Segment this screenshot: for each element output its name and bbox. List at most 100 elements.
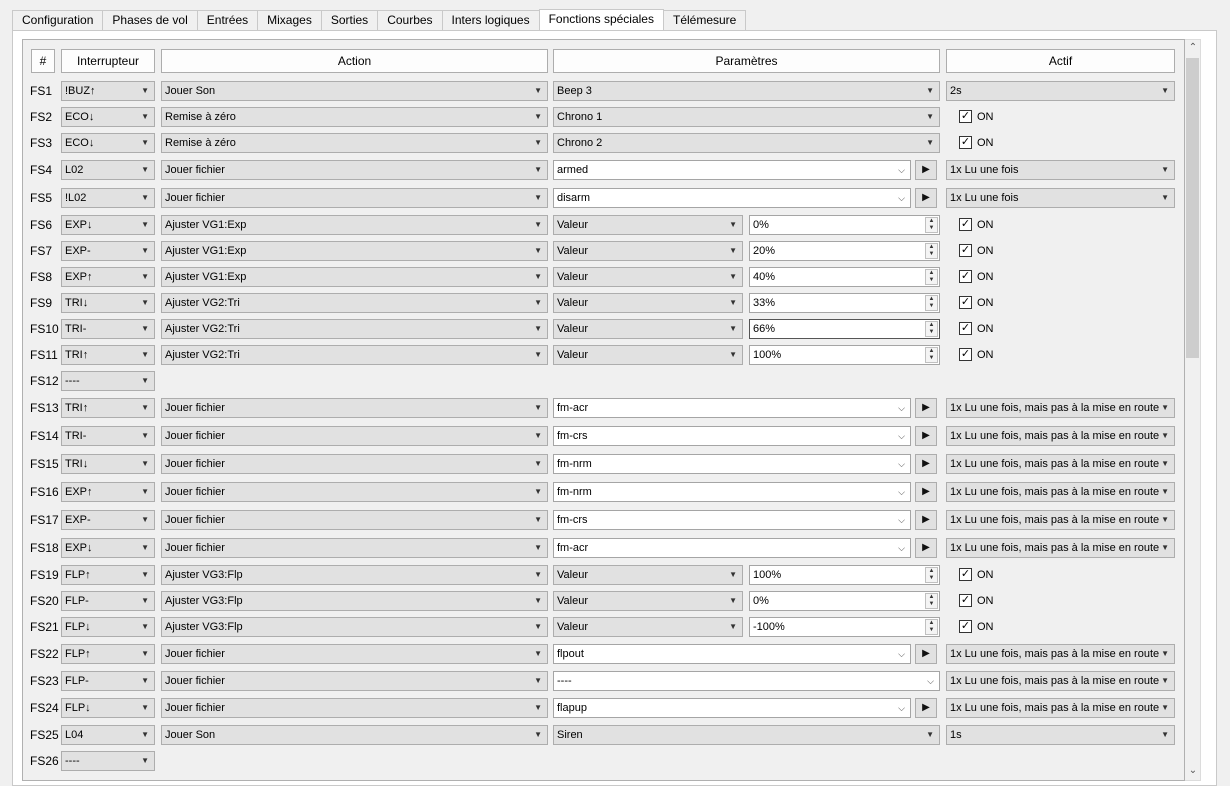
switch-select[interactable]: EXP- ▼ [61, 241, 155, 261]
spin-arrows-icon[interactable]: ▲ ▼ [925, 567, 938, 583]
action-select[interactable]: Remise à zéro ▼ [161, 133, 548, 153]
param-select[interactable]: Siren ▼ [553, 725, 940, 745]
action-select[interactable]: Jouer fichier ▼ [161, 426, 548, 446]
source-select[interactable]: Valeur ▼ [553, 293, 743, 313]
active-checkbox[interactable]: ✓ [959, 322, 972, 335]
source-select[interactable]: Valeur ▼ [553, 319, 743, 339]
action-select[interactable]: Jouer fichier ▼ [161, 454, 548, 474]
switch-select[interactable]: FLP- ▼ [61, 671, 155, 691]
play-button[interactable]: ▶ [915, 188, 937, 208]
file-select[interactable]: fm-acr ⌵ [553, 538, 911, 558]
action-select[interactable]: Jouer fichier ▼ [161, 510, 548, 530]
spin-arrows-icon[interactable]: ▲ ▼ [925, 217, 938, 233]
spin-arrows-icon[interactable]: ▲ ▼ [925, 619, 938, 635]
action-select[interactable]: Jouer fichier ▼ [161, 398, 548, 418]
active-select[interactable]: 1x Lu une fois, mais pas à la mise en ro… [946, 538, 1175, 558]
switch-select[interactable]: TRI↑ ▼ [61, 398, 155, 418]
action-select[interactable]: Jouer fichier ▼ [161, 160, 548, 180]
active-select[interactable]: 1x Lu une fois, mais pas à la mise en ro… [946, 698, 1175, 718]
action-select[interactable]: Jouer fichier ▼ [161, 644, 548, 664]
param-select[interactable]: Chrono 1 ▼ [553, 107, 940, 127]
tab-mixages[interactable]: Mixages [257, 10, 321, 31]
file-select[interactable]: flapup ⌵ [553, 698, 911, 718]
file-select[interactable]: fm-crs ⌵ [553, 426, 911, 446]
active-select[interactable]: 1x Lu une fois, mais pas à la mise en ro… [946, 644, 1175, 664]
switch-select[interactable]: ---- ▼ [61, 751, 155, 771]
active-select[interactable]: 1x Lu une fois, mais pas à la mise en ro… [946, 482, 1175, 502]
active-select[interactable]: 1s ▼ [946, 725, 1175, 745]
param-select[interactable]: Chrono 2 ▼ [553, 133, 940, 153]
active-checkbox[interactable]: ✓ [959, 348, 972, 361]
vertical-scrollbar[interactable]: ⌃ ⌄ [1185, 39, 1201, 781]
active-select[interactable]: 1x Lu une fois ▼ [946, 160, 1175, 180]
play-button[interactable]: ▶ [915, 538, 937, 558]
value-spinbox[interactable]: 20% ▲ ▼ [749, 241, 940, 261]
value-spinbox[interactable]: -100% ▲ ▼ [749, 617, 940, 637]
play-button[interactable]: ▶ [915, 644, 937, 664]
file-select[interactable]: fm-crs ⌵ [553, 510, 911, 530]
source-select[interactable]: Valeur ▼ [553, 565, 743, 585]
switch-select[interactable]: !L02 ▼ [61, 188, 155, 208]
switch-select[interactable]: L02 ▼ [61, 160, 155, 180]
switch-select[interactable]: ECO↓ ▼ [61, 107, 155, 127]
spin-arrows-icon[interactable]: ▲ ▼ [925, 295, 938, 311]
action-select[interactable]: Jouer Son ▼ [161, 81, 548, 101]
action-select[interactable]: Ajuster VG2:Tri ▼ [161, 293, 548, 313]
source-select[interactable]: Valeur ▼ [553, 267, 743, 287]
active-checkbox[interactable]: ✓ [959, 110, 972, 123]
switch-select[interactable]: ---- ▼ [61, 371, 155, 391]
source-select[interactable]: Valeur ▼ [553, 241, 743, 261]
spin-arrows-icon[interactable]: ▲ ▼ [925, 269, 938, 285]
active-select[interactable]: 1x Lu une fois, mais pas à la mise en ro… [946, 426, 1175, 446]
action-select[interactable]: Remise à zéro ▼ [161, 107, 548, 127]
action-select[interactable]: Ajuster VG2:Tri ▼ [161, 345, 548, 365]
active-select[interactable]: 2s ▼ [946, 81, 1175, 101]
switch-select[interactable]: FLP↑ ▼ [61, 644, 155, 664]
tab-inters-logiques[interactable]: Inters logiques [441, 10, 539, 31]
action-select[interactable]: Ajuster VG2:Tri ▼ [161, 319, 548, 339]
action-select[interactable]: Ajuster VG1:Exp ▼ [161, 267, 548, 287]
action-select[interactable]: Jouer fichier ▼ [161, 188, 548, 208]
play-button[interactable]: ▶ [915, 482, 937, 502]
action-select[interactable]: Jouer fichier ▼ [161, 538, 548, 558]
value-spinbox[interactable]: 0% ▲ ▼ [749, 215, 940, 235]
tab-configuration[interactable]: Configuration [12, 10, 103, 31]
active-checkbox[interactable]: ✓ [959, 136, 972, 149]
active-checkbox[interactable]: ✓ [959, 568, 972, 581]
action-select[interactable]: Ajuster VG1:Exp ▼ [161, 215, 548, 235]
tab-sorties[interactable]: Sorties [320, 10, 378, 31]
value-spinbox[interactable]: 66% ▲ ▼ [749, 319, 940, 339]
play-button[interactable]: ▶ [915, 160, 937, 180]
switch-select[interactable]: FLP↓ ▼ [61, 617, 155, 637]
tab-fonctions-sp-ciales[interactable]: Fonctions spéciales [538, 9, 664, 32]
file-select[interactable]: armed ⌵ [553, 160, 911, 180]
play-button[interactable]: ▶ [915, 426, 937, 446]
switch-select[interactable]: TRI- ▼ [61, 319, 155, 339]
switch-select[interactable]: EXP↓ ▼ [61, 215, 155, 235]
action-select[interactable]: Jouer fichier ▼ [161, 671, 548, 691]
active-checkbox[interactable]: ✓ [959, 244, 972, 257]
value-spinbox[interactable]: 100% ▲ ▼ [749, 345, 940, 365]
active-checkbox[interactable]: ✓ [959, 218, 972, 231]
action-select[interactable]: Jouer fichier ▼ [161, 482, 548, 502]
tab-entr-es[interactable]: Entrées [196, 10, 258, 31]
switch-select[interactable]: TRI- ▼ [61, 426, 155, 446]
scroll-thumb[interactable] [1186, 58, 1199, 358]
file-select[interactable]: ---- ⌵ [553, 671, 940, 691]
spin-arrows-icon[interactable]: ▲ ▼ [925, 347, 938, 363]
value-spinbox[interactable]: 0% ▲ ▼ [749, 591, 940, 611]
switch-select[interactable]: FLP- ▼ [61, 591, 155, 611]
source-select[interactable]: Valeur ▼ [553, 345, 743, 365]
source-select[interactable]: Valeur ▼ [553, 617, 743, 637]
play-button[interactable]: ▶ [915, 398, 937, 418]
spin-arrows-icon[interactable]: ▲ ▼ [925, 321, 938, 337]
action-select[interactable]: Ajuster VG3:Flp ▼ [161, 565, 548, 585]
file-select[interactable]: fm-nrm ⌵ [553, 454, 911, 474]
play-button[interactable]: ▶ [915, 454, 937, 474]
switch-select[interactable]: EXP↑ ▼ [61, 267, 155, 287]
tab-phases-de-vol[interactable]: Phases de vol [102, 10, 197, 31]
active-checkbox[interactable]: ✓ [959, 296, 972, 309]
scroll-down-icon[interactable]: ⌄ [1188, 766, 1198, 776]
active-checkbox[interactable]: ✓ [959, 594, 972, 607]
source-select[interactable]: Valeur ▼ [553, 591, 743, 611]
